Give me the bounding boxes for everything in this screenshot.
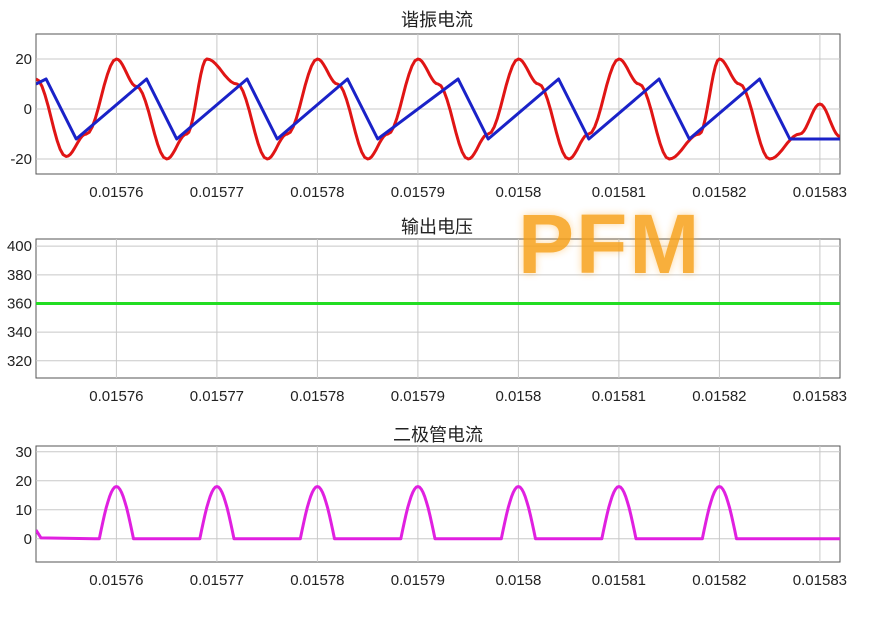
- x-tick-label: 0.01582: [692, 572, 746, 589]
- x-tick-label: 0.01579: [391, 184, 445, 201]
- x-tick-label: 0.01577: [190, 572, 244, 589]
- y-tick-label: 10: [15, 502, 32, 519]
- x-tick-label: 0.01576: [89, 388, 143, 405]
- y-tick-label: -20: [10, 151, 32, 168]
- y-tick-label: 30: [15, 444, 32, 461]
- x-tick-label: 0.01578: [290, 184, 344, 201]
- x-tick-label: 0.0158: [495, 572, 541, 589]
- y-tick-label: 320: [7, 353, 32, 370]
- x-tick-label: 0.01583: [793, 572, 847, 589]
- y-tick-label: 340: [7, 324, 32, 341]
- x-tick-label: 0.01579: [391, 572, 445, 589]
- plot-panel-1: 0.01576 0.01577 0.01578 0.01579 0.0158 0.0158…: [7, 238, 847, 405]
- y-tick-label: 20: [15, 473, 32, 490]
- y-tick-label: 20: [15, 51, 32, 68]
- x-tick-label: 0.0158: [495, 388, 541, 405]
- chart-title-resonant-current: 谐振电流: [401, 10, 473, 31]
- x-tick-label: 0.01581: [592, 388, 646, 405]
- x-tick-label: 0.01583: [793, 184, 847, 201]
- y-tick-label: 0: [24, 101, 32, 118]
- chart-title-output-voltage: 输出电压: [401, 217, 473, 238]
- plot-panel-2: 0.01576 0.01577 0.01578 0.01579 0.0158 0.0158…: [15, 444, 847, 589]
- x-tick-label: 0.01579: [391, 388, 445, 405]
- figure: 0.01576 0.01577 0.01578 0.01579 0.0158 0.0158…: [7, 33, 847, 589]
- x-tick-label: 0.01577: [190, 388, 244, 405]
- x-tick-label: 0.01581: [592, 572, 646, 589]
- y-tick-label: 400: [7, 238, 32, 255]
- x-tick-label: 0.01583: [793, 388, 847, 405]
- y-tick-label: 360: [7, 295, 32, 312]
- x-tick-label: 0.01582: [692, 388, 746, 405]
- x-tick-label: 0.01577: [190, 184, 244, 201]
- chart-title-diode-current: 二极管电流: [393, 425, 483, 446]
- plot-panel-0: 0.01576 0.01577 0.01578 0.01579 0.0158 0.0158…: [10, 33, 847, 201]
- y-tick-label: 380: [7, 267, 32, 284]
- x-tick-label: 0.01576: [89, 572, 143, 589]
- y-tick-label: 0: [24, 531, 32, 548]
- watermark-pfm: PFM: [518, 197, 702, 291]
- x-tick-label: 0.01578: [290, 572, 344, 589]
- x-tick-label: 0.01576: [89, 184, 143, 201]
- x-tick-label: 0.01578: [290, 388, 344, 405]
